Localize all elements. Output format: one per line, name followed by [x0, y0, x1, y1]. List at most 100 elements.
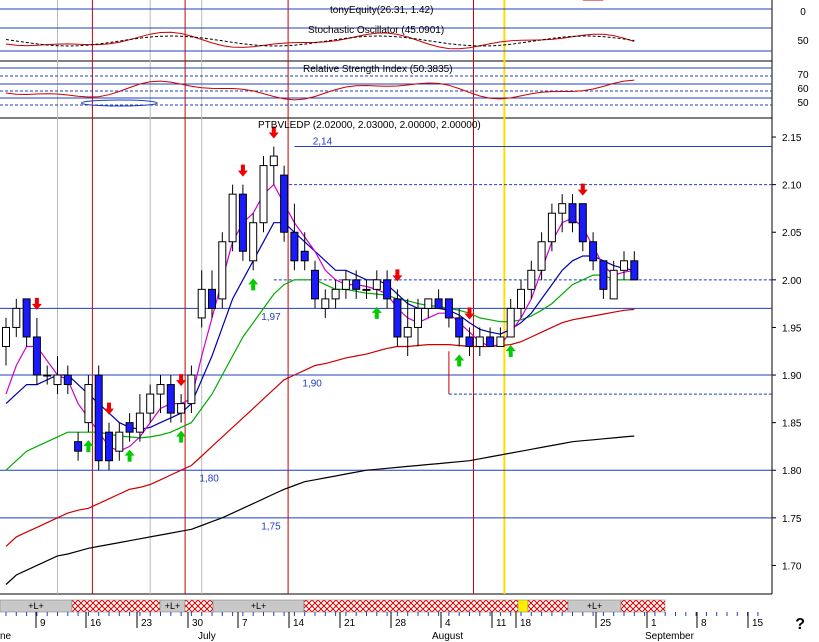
level-annotation: 1,75 [261, 521, 281, 532]
candle [218, 232, 227, 309]
rsi-panel-title: Relative Strength Index (50.3835) [303, 64, 453, 75]
candle-body [599, 260, 608, 290]
candle-body [166, 384, 175, 414]
equity-scale-label: 0 [800, 7, 806, 18]
candle-body [63, 374, 72, 386]
candle-body [12, 307, 21, 328]
long-position-label: +L+ [165, 601, 181, 611]
candle-body [249, 222, 258, 262]
candle [238, 184, 247, 261]
month-label: July [198, 631, 216, 642]
candle-body [341, 279, 350, 290]
candle-body [589, 241, 598, 262]
candle-body [393, 298, 402, 338]
candle-body [238, 193, 247, 252]
page-background [0, 0, 819, 642]
rsi-scale-60: 60 [797, 84, 809, 95]
candle-body [135, 412, 144, 433]
price-tick-label: 2.00 [782, 276, 802, 287]
day-label: 16 [90, 618, 102, 629]
candle-body [362, 288, 371, 291]
price-tick-label: 1.70 [782, 561, 802, 572]
day-label: 11 [496, 618, 507, 629]
level-annotation: 1,90 [302, 378, 322, 389]
day-label: 21 [344, 618, 356, 629]
trade-segment [303, 599, 519, 613]
day-label: 25 [600, 618, 612, 629]
candle-body [434, 298, 443, 309]
stochastic-panel-title: Stochastic Oscillator (45.0901) [308, 25, 444, 36]
candle-body [403, 326, 412, 338]
price-tick-label: 1.75 [782, 514, 802, 525]
long-position-label: +L+ [251, 601, 267, 611]
candle-body [537, 241, 546, 271]
candle-body [424, 298, 433, 309]
day-label: 7 [242, 618, 248, 629]
month-label: August [432, 631, 463, 642]
help-question-mark[interactable]: ? [795, 616, 805, 634]
candle-body [74, 441, 83, 452]
candle-body [486, 336, 495, 347]
day-label: 15 [752, 618, 764, 629]
candle-body [321, 298, 330, 309]
candle-body [300, 250, 309, 262]
candle-body [53, 374, 62, 386]
price-panel-title: PTBVLEDP (2.02000, 2.03000, 2.00000, 2.0… [258, 120, 481, 131]
trade-segment [71, 599, 161, 613]
month-label: September [645, 631, 695, 642]
candle-body [630, 260, 639, 281]
candle-body [455, 317, 464, 338]
stochastic-scale-label: 50 [797, 36, 809, 47]
price-tick-label: 1.85 [782, 419, 802, 430]
candle-body [465, 336, 474, 347]
candle-body [547, 212, 556, 243]
candle-body [496, 336, 505, 347]
price-tick-label: 2.05 [782, 228, 802, 239]
level-annotation: 1,80 [199, 474, 219, 485]
candle-body [84, 384, 93, 424]
candle-body [177, 403, 186, 414]
price-tick-label: 1.80 [782, 466, 802, 477]
candle-body [43, 374, 52, 377]
candle-body [578, 203, 587, 243]
candle-body [290, 231, 299, 262]
candle-body [609, 269, 618, 300]
candle-body [22, 298, 31, 338]
candle [228, 184, 237, 252]
candle-body [444, 298, 453, 319]
candle-body [125, 422, 134, 433]
price-tick-label: 2.10 [782, 181, 802, 192]
candle-body [94, 374, 103, 462]
equity-panel-title: tonyEquity(26.31, 1.42) [330, 5, 433, 16]
trade-segment [527, 599, 569, 613]
day-label: 18 [520, 618, 532, 629]
candle-body [187, 374, 196, 405]
level-annotation: 2,14 [313, 137, 333, 148]
candle-body [383, 279, 392, 300]
day-label: 28 [395, 618, 407, 629]
candle-body [475, 336, 484, 347]
candle-body [331, 288, 340, 300]
candle-body [414, 307, 422, 328]
price-tick-label: 1.90 [782, 371, 802, 382]
chart-window: tonyEquity(26.31, 1.42) 0 Stochastic Osc… [0, 0, 819, 642]
candle-body [568, 203, 577, 224]
long-position-label: +L+ [587, 601, 603, 611]
trade-segment [620, 599, 666, 613]
candle-body [311, 269, 319, 300]
candle-body [372, 279, 381, 290]
candle [280, 165, 289, 242]
candle-body [146, 393, 155, 414]
price-chart: tonyEquity(26.31, 1.42) 0 Stochastic Osc… [0, 0, 819, 642]
candle-body [527, 269, 536, 290]
candle-body [105, 431, 113, 462]
candle [259, 156, 268, 233]
rsi-scale-70: 70 [797, 70, 809, 81]
candle-body [208, 288, 216, 309]
price-tick-label: 1.95 [782, 323, 802, 334]
candle-body [197, 288, 206, 319]
trade-segment [517, 599, 529, 613]
candle-body [228, 193, 237, 243]
candle-body [218, 241, 227, 300]
candle-body [115, 431, 124, 452]
